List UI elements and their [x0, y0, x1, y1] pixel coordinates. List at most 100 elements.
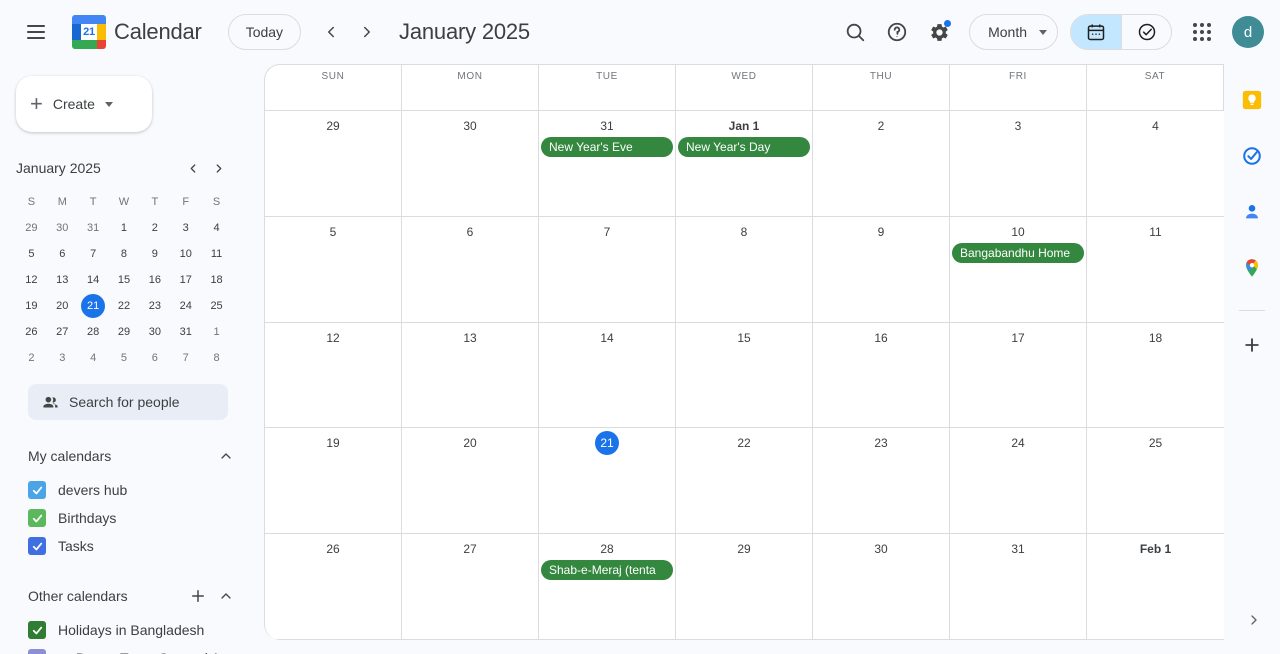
day-cell[interactable]: 31 New Year's Eve: [539, 111, 676, 217]
mini-calendar-day[interactable]: 26: [16, 320, 47, 344]
day-cell[interactable]: 13: [402, 322, 539, 429]
day-cell[interactable]: Jan 1 New Year's Day: [676, 111, 813, 217]
mini-calendar-day[interactable]: 15: [109, 268, 140, 292]
day-number[interactable]: 27: [402, 538, 538, 560]
day-cell[interactable]: 9: [813, 216, 950, 323]
mini-calendar-day[interactable]: 10: [170, 242, 201, 266]
keep-icon[interactable]: [1232, 80, 1272, 120]
day-number[interactable]: 17: [950, 327, 1086, 349]
calendar-checkbox[interactable]: [28, 509, 46, 527]
day-number[interactable]: Jan 1: [676, 115, 812, 137]
day-number[interactable]: 5: [265, 221, 401, 243]
search-for-people-input[interactable]: Search for people: [28, 384, 228, 420]
calendar-event[interactable]: Shab-e-Meraj (tenta: [541, 560, 673, 581]
calendar-event[interactable]: New Year's Day: [678, 137, 810, 157]
day-cell[interactable]: 29: [676, 534, 813, 640]
tasks-icon[interactable]: [1232, 136, 1272, 176]
mini-calendar-day[interactable]: 2: [139, 216, 170, 240]
day-number[interactable]: 30: [813, 538, 949, 560]
mini-calendar-day[interactable]: 2: [16, 346, 47, 370]
day-cell[interactable]: 12: [265, 322, 402, 429]
day-cell[interactable]: 30: [813, 534, 950, 640]
my-calendar-item[interactable]: Birthdays: [28, 504, 256, 532]
day-number[interactable]: 3: [950, 115, 1086, 137]
search-button[interactable]: [835, 12, 875, 52]
day-number[interactable]: 19: [265, 432, 401, 454]
calendar-checkbox[interactable]: [28, 481, 46, 499]
day-number[interactable]: 28: [539, 538, 675, 560]
day-number[interactable]: 22: [676, 432, 812, 454]
day-number[interactable]: 29: [676, 538, 812, 560]
mini-calendar-day[interactable]: 6: [139, 346, 170, 370]
day-cell[interactable]: 4: [1087, 111, 1224, 217]
day-number[interactable]: 2: [813, 115, 949, 137]
day-cell[interactable]: 10 Bangabandhu Home: [950, 216, 1087, 323]
previous-period-button[interactable]: [313, 14, 349, 50]
day-number[interactable]: 11: [1087, 221, 1224, 243]
help-button[interactable]: [877, 12, 917, 52]
mini-calendar-day[interactable]: 25: [201, 294, 232, 318]
avatar[interactable]: d: [1232, 16, 1264, 48]
calendar-checkbox[interactable]: [28, 649, 46, 654]
mini-calendar-day[interactable]: 30: [139, 320, 170, 344]
mini-calendar-day[interactable]: 11: [201, 242, 232, 266]
hamburger-icon[interactable]: [12, 8, 60, 56]
day-cell[interactable]: 16: [813, 322, 950, 429]
day-number[interactable]: 6: [402, 221, 538, 243]
my-calendar-item[interactable]: Tasks: [28, 532, 256, 560]
day-cell[interactable]: 6: [402, 216, 539, 323]
day-number[interactable]: 31: [950, 538, 1086, 560]
day-cell[interactable]: 11: [1087, 216, 1224, 323]
day-number[interactable]: Feb 1: [1087, 538, 1224, 560]
mini-calendar-day[interactable]: 16: [139, 268, 170, 292]
other-calendars-collapse-button[interactable]: [212, 582, 240, 610]
my-calendars-header[interactable]: My calendars: [28, 436, 240, 476]
calendar-event[interactable]: New Year's Eve: [541, 137, 673, 157]
day-number[interactable]: 20: [402, 432, 538, 454]
day-number[interactable]: 4: [1087, 115, 1224, 137]
day-number[interactable]: 16: [813, 327, 949, 349]
mini-calendar-day[interactable]: 12: [16, 268, 47, 292]
mini-calendar-day[interactable]: 13: [47, 268, 78, 292]
day-cell[interactable]: 20: [402, 428, 539, 535]
mini-calendar-day[interactable]: 3: [170, 216, 201, 240]
mini-calendar-day[interactable]: 19: [16, 294, 47, 318]
day-number[interactable]: 21: [539, 431, 675, 456]
day-cell-today[interactable]: 21: [539, 428, 676, 535]
day-cell[interactable]: 2: [813, 111, 950, 217]
mini-calendar-day[interactable]: 5: [16, 242, 47, 266]
other-calendar-item[interactable]: Holidays in Bangladesh: [28, 616, 256, 644]
mini-calendar-day[interactable]: 4: [78, 346, 109, 370]
mini-calendar-prev-button[interactable]: [180, 155, 206, 181]
mini-calendar-day[interactable]: 5: [109, 346, 140, 370]
day-cell[interactable]: 7: [539, 216, 676, 323]
day-number[interactable]: 26: [265, 538, 401, 560]
mini-calendar-day[interactable]: 9: [139, 242, 170, 266]
day-cell[interactable]: 5: [265, 216, 402, 323]
mini-calendar-next-button[interactable]: [206, 155, 232, 181]
calendar-checkbox[interactable]: [28, 537, 46, 555]
mini-calendar-day-today[interactable]: 21: [78, 294, 109, 318]
my-calendar-item[interactable]: devers hub: [28, 476, 256, 504]
mini-calendar-day[interactable]: 4: [201, 216, 232, 240]
day-number[interactable]: 23: [813, 432, 949, 454]
day-cell[interactable]: 18: [1087, 322, 1224, 429]
other-calendars-header[interactable]: Other calendars: [28, 576, 240, 616]
mini-calendar-day[interactable]: 7: [78, 242, 109, 266]
my-calendars-collapse-button[interactable]: [212, 442, 240, 470]
other-calendar-item[interactable]: weDevs - Team General A...: [28, 644, 256, 654]
mini-calendar-day[interactable]: 24: [170, 294, 201, 318]
day-number[interactable]: 18: [1087, 327, 1224, 349]
day-number[interactable]: 29: [265, 115, 401, 137]
day-number[interactable]: 24: [950, 432, 1086, 454]
day-cell[interactable]: Feb 1: [1087, 534, 1224, 640]
brand-logo[interactable]: 21 Calendar: [72, 15, 202, 49]
day-number[interactable]: 7: [539, 221, 675, 243]
day-number[interactable]: 13: [402, 327, 538, 349]
day-cell[interactable]: 24: [950, 428, 1087, 535]
contacts-icon[interactable]: [1232, 192, 1272, 232]
mini-calendar-day[interactable]: 23: [139, 294, 170, 318]
calendar-checkbox[interactable]: [28, 621, 46, 639]
mini-calendar-day[interactable]: 3: [47, 346, 78, 370]
mini-calendar-day[interactable]: 22: [109, 294, 140, 318]
